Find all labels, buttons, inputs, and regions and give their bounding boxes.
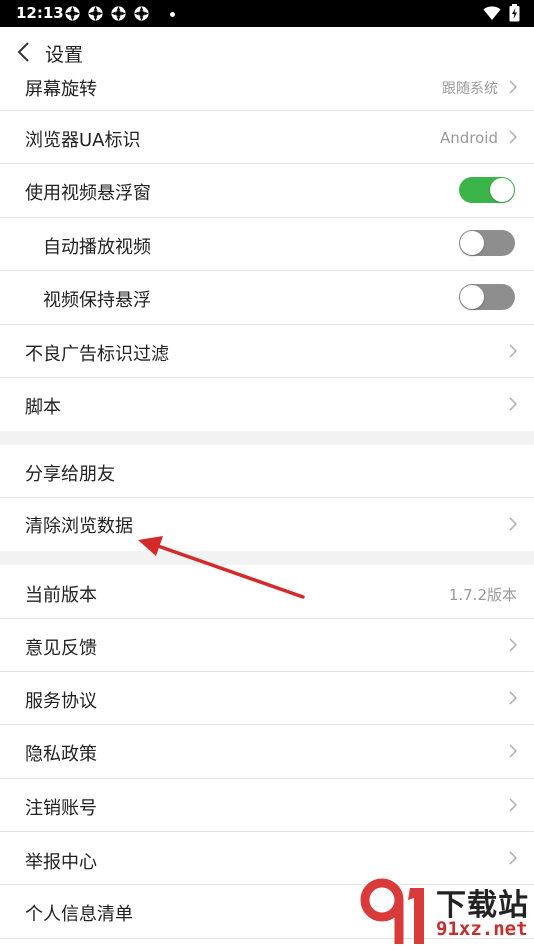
chevron-right-icon [509,798,518,812]
more-notifications-dot [170,12,175,17]
row-label: 当前版本 [25,585,97,606]
row-label: 服务协议 [25,691,97,712]
row-cancel-account[interactable]: 注销账号 [0,779,534,832]
row-value: 跟随系统 [442,81,498,97]
row-label: 视频保持悬浮 [43,290,151,311]
row-label: 浏览器UA标识 [25,130,141,151]
chevron-right-icon [509,80,518,94]
video-float-toggle[interactable] [459,177,515,203]
chevron-right-icon [509,517,518,531]
toggle-knob [490,178,514,202]
row-label: 隐私政策 [25,744,97,765]
page-title: 设置 [45,44,84,66]
row-share-friends[interactable]: 分享给朋友 [0,445,534,498]
row-label: 自动播放视频 [43,237,151,258]
chevron-right-icon [509,344,518,358]
section-divider [0,551,534,565]
row-screen-rotation[interactable]: 屏幕旋转 跟随系统 [0,77,534,111]
chevron-right-icon [509,130,518,144]
row-label: 不良广告标识过滤 [25,344,169,365]
row-label: 使用视频悬浮窗 [25,183,151,204]
notification-icon [65,6,80,21]
row-value: 1.7.2版本 [448,586,517,604]
row-script[interactable]: 脚本 [0,378,534,431]
row-label: 注销账号 [25,798,97,819]
row-value: Android [440,129,498,147]
row-label: 清除浏览数据 [25,516,133,537]
watermark-site: 91xz.net [436,918,528,940]
status-bar: 12:13 [0,0,534,27]
row-current-version[interactable]: 当前版本 1.7.2版本 [0,565,534,619]
row-video-float-window: 使用视频悬浮窗 [0,164,534,218]
row-feedback[interactable]: 意见反馈 [0,619,534,672]
notification-icons [64,5,150,22]
row-ad-filter[interactable]: 不良广告标识过滤 [0,325,534,378]
row-browser-ua[interactable]: 浏览器UA标识 Android [0,111,534,164]
row-keep-floating: 视频保持悬浮 [0,271,534,325]
section-divider [0,431,534,445]
row-label: 屏幕旋转 [25,79,97,100]
chevron-right-icon [509,851,518,865]
row-autoplay-video: 自动播放视频 [0,218,534,271]
status-time: 12:13 [16,4,64,22]
chevron-right-icon [509,744,518,758]
autoplay-toggle[interactable] [459,230,515,256]
wifi-icon [483,6,501,20]
notification-icon [88,6,103,21]
row-label: 分享给朋友 [25,464,115,485]
row-privacy-policy[interactable]: 隐私政策 [0,725,534,779]
row-clear-browsing-data[interactable]: 清除浏览数据 [0,498,534,551]
notification-icon [134,6,149,21]
app-header: 设置 [0,27,534,77]
watermark-logo-icon [360,878,424,944]
chevron-right-icon [509,691,518,705]
row-label: 意见反馈 [25,638,97,659]
row-service-agreement[interactable]: 服务协议 [0,672,534,725]
chevron-right-icon [509,638,518,652]
toggle-knob [460,231,484,255]
keep-floating-toggle[interactable] [459,284,515,310]
site-watermark: 下载站 91xz.net [358,878,530,948]
notification-icon [111,6,126,21]
chevron-right-icon [509,397,518,411]
row-label: 脚本 [25,397,61,418]
toggle-knob [460,285,484,309]
back-arrow-icon[interactable] [14,41,34,63]
row-label: 举报中心 [25,852,97,873]
row-label: 个人信息清单 [25,904,133,925]
battery-icon [509,4,520,22]
